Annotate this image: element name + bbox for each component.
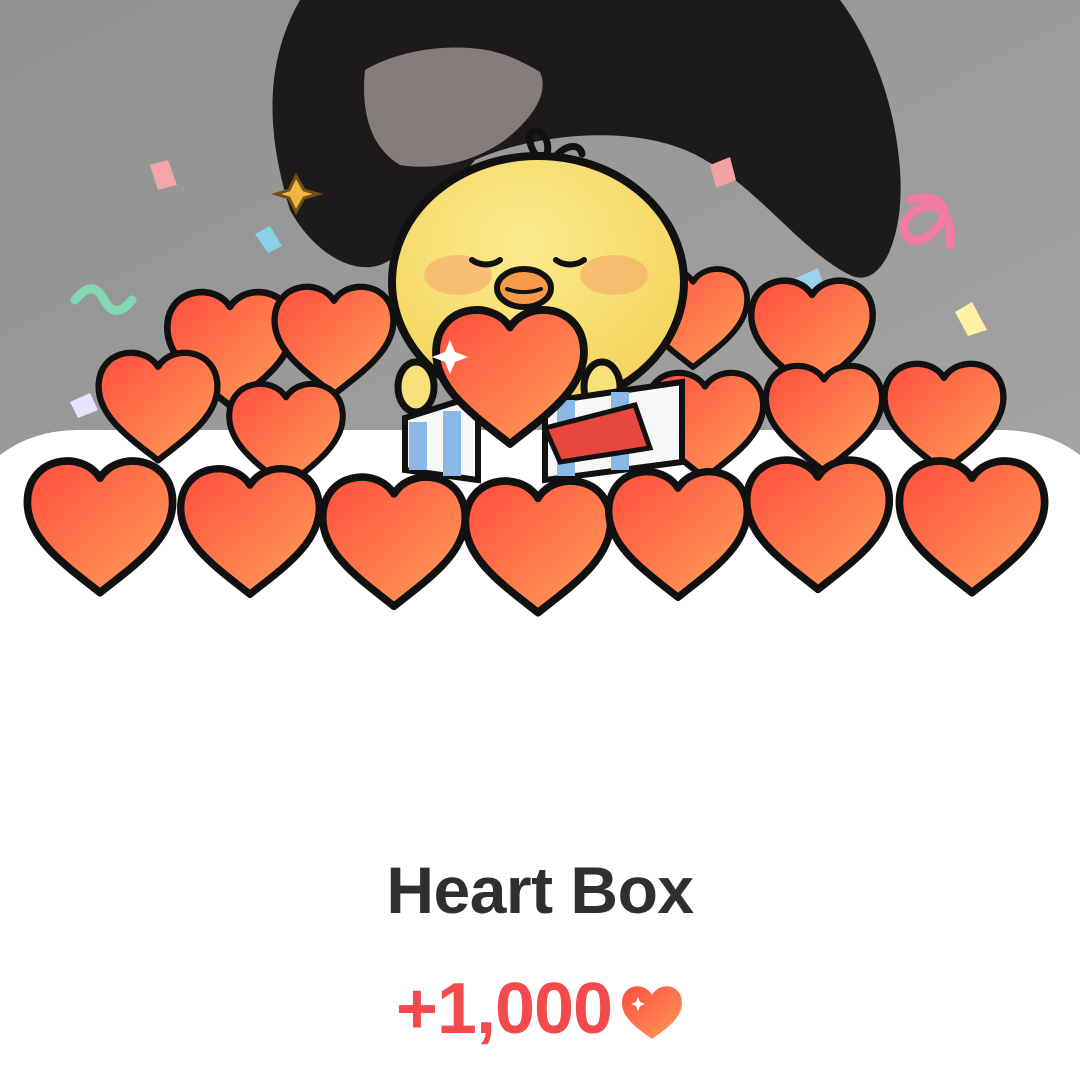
heart-icon: [622, 986, 683, 1039]
reward-amount: +1,000: [395, 969, 613, 1049]
page-title: Heart Box: [386, 853, 694, 927]
reward-summary: +1,000: [0, 968, 1080, 1050]
